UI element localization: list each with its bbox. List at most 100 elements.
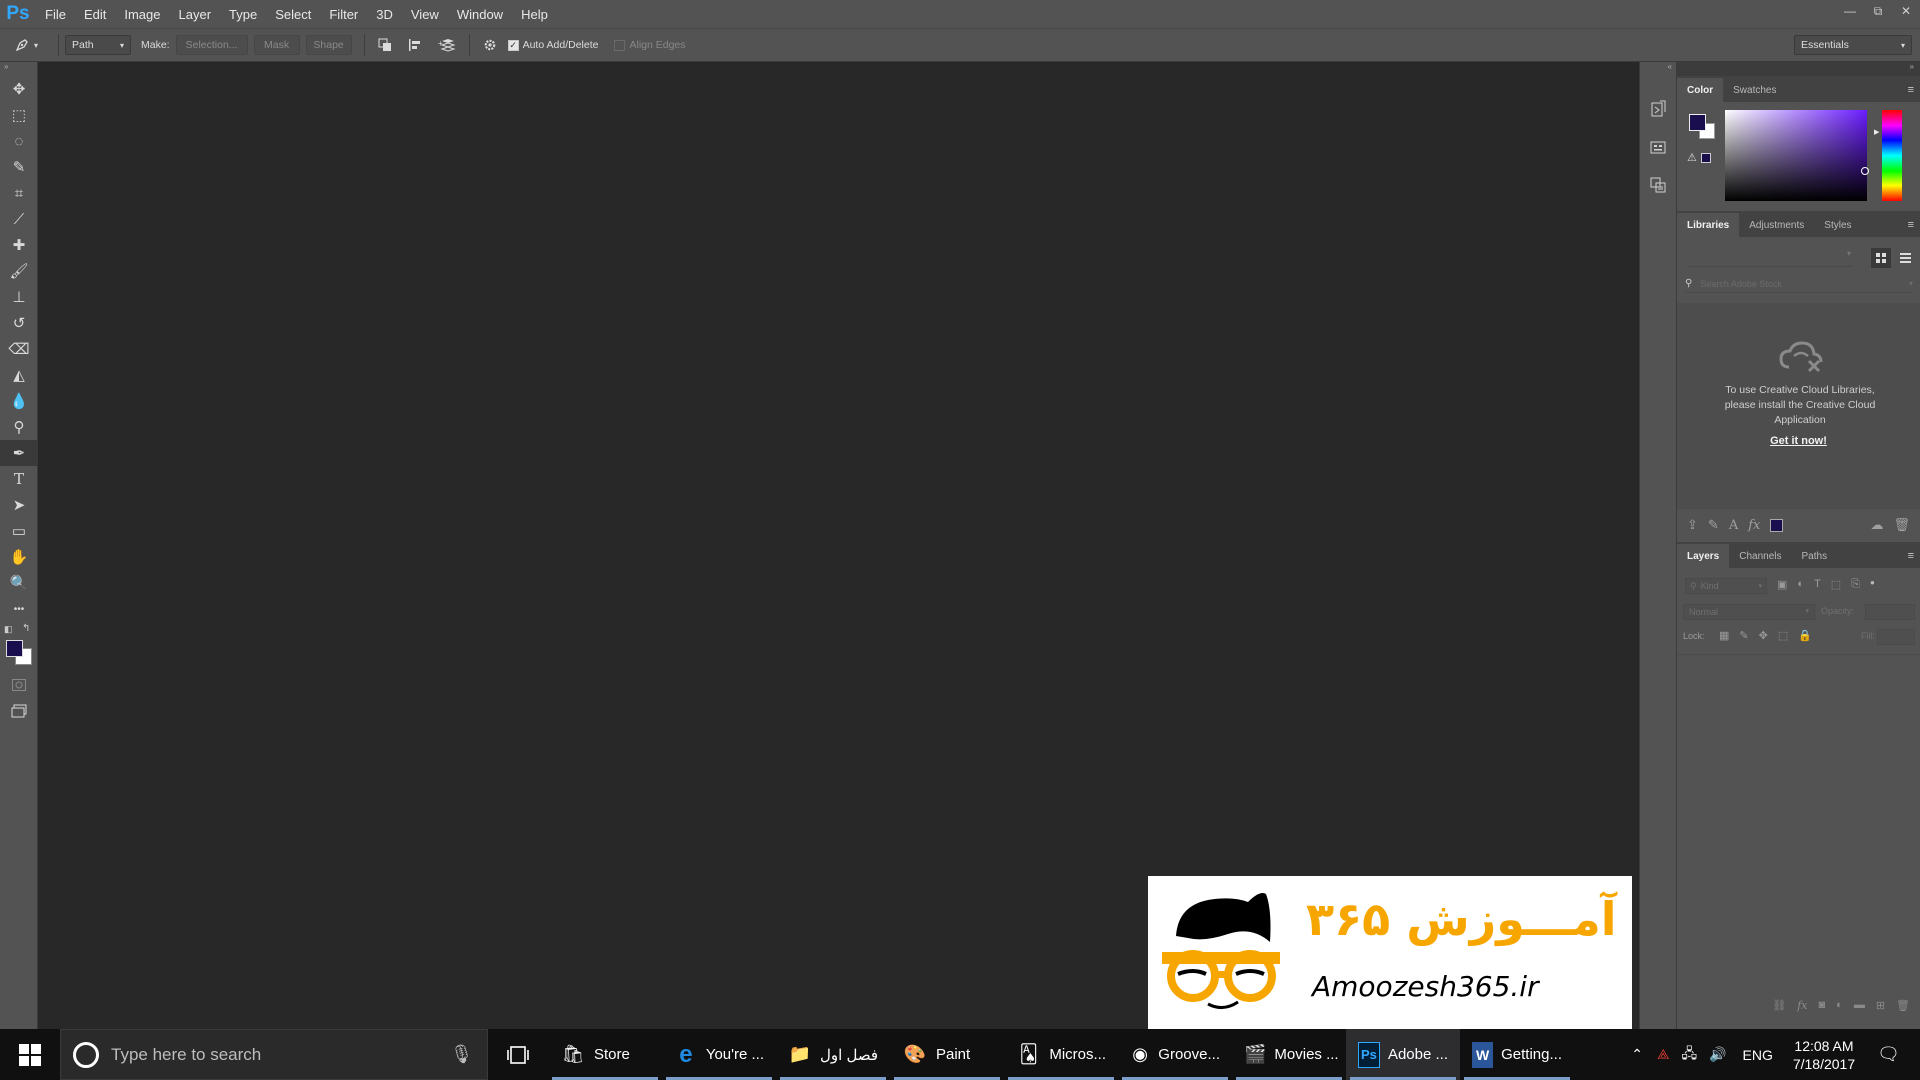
type-tool[interactable]: T	[0, 466, 38, 492]
collapse-toolbar-icon[interactable]: »	[0, 62, 37, 76]
out-of-gamut-warning-icon[interactable]: ⚠	[1687, 151, 1697, 164]
taskbar-app-movies[interactable]: 🎬 Movies ...	[1232, 1029, 1346, 1080]
library-select-dropdown[interactable]: ▾	[1687, 249, 1853, 267]
make-shape-button[interactable]: Shape	[305, 35, 352, 55]
lock-pixels-icon[interactable]: ✎	[1739, 629, 1748, 642]
cloud-sync-icon[interactable]: ☁	[1870, 517, 1883, 533]
new-group-icon[interactable]: ▬	[1854, 999, 1865, 1011]
close-button[interactable]: ✕	[1892, 0, 1920, 22]
align-edges-checkbox[interactable]	[614, 39, 626, 51]
marquee-tool[interactable]: ⬚	[0, 102, 38, 128]
color-field[interactable]	[1725, 110, 1869, 201]
auto-add-delete-option[interactable]: ✓ Auto Add/Delete	[507, 39, 598, 51]
healing-brush-tool[interactable]: ✚	[0, 232, 38, 258]
layers-list[interactable]	[1677, 654, 1920, 994]
menu-help[interactable]: Help	[512, 7, 557, 22]
layer-style-icon[interactable]: fx	[1797, 999, 1807, 1012]
minimize-button[interactable]: —	[1836, 0, 1864, 22]
taskbar-app-folder[interactable]: 📁 فصل اول	[776, 1029, 890, 1080]
hue-slider[interactable]	[1882, 110, 1902, 201]
menu-window[interactable]: Window	[448, 7, 512, 22]
taskbar-search-box[interactable]: Type here to search 🎙	[60, 1029, 488, 1080]
dodge-tool[interactable]: ⚲	[0, 414, 38, 440]
taskbar-app-store[interactable]: 🛍 Store	[548, 1029, 662, 1080]
paint-bucket-tool[interactable]: ◭	[0, 362, 38, 388]
link-layers-icon[interactable]: ⛓	[1772, 999, 1786, 1012]
taskbar-app-groove[interactable]: ◉ Groove...	[1118, 1029, 1232, 1080]
panel-menu-icon[interactable]: ≡	[1908, 550, 1914, 562]
properties-panel-button[interactable]	[1640, 128, 1676, 166]
taskbar-app-paint[interactable]: 🎨 Paint	[890, 1029, 1004, 1080]
menu-edit[interactable]: Edit	[75, 7, 115, 22]
swap-colors-icon[interactable]: ↰	[22, 623, 30, 634]
new-layer-icon[interactable]: ⊞	[1876, 999, 1885, 1012]
shape-filter-icon[interactable]: ⬚	[1831, 578, 1841, 591]
trash-icon[interactable]: 🗑	[1893, 517, 1910, 533]
clock[interactable]: 12:08 AM 7/18/2017	[1783, 1037, 1865, 1073]
foreground-color-swatch[interactable]	[6, 640, 23, 657]
add-color-icon[interactable]	[1770, 518, 1784, 532]
tab-styles[interactable]: Styles	[1814, 213, 1861, 237]
menu-3d[interactable]: 3D	[367, 7, 402, 22]
list-view-button[interactable]	[1895, 248, 1915, 268]
path-arrangement-button[interactable]: +	[431, 37, 463, 53]
tab-channels[interactable]: Channels	[1729, 544, 1791, 568]
lock-position-icon[interactable]: ✥	[1759, 629, 1768, 642]
brush-tool[interactable]: 🖌	[0, 258, 38, 284]
eraser-tool[interactable]: ⌫	[0, 336, 38, 362]
eyedropper-tool[interactable]: ⟋	[0, 206, 38, 232]
adobe-tray-icon[interactable]: ⟁	[1651, 1046, 1676, 1063]
restore-button[interactable]: ⧉	[1864, 0, 1892, 22]
smart-object-filter-icon[interactable]: ⎘	[1851, 578, 1860, 591]
tab-adjustments[interactable]: Adjustments	[1739, 213, 1814, 237]
path-alignment-button[interactable]	[399, 37, 431, 53]
align-edges-option[interactable]: Align Edges	[614, 39, 686, 51]
add-character-style-icon[interactable]: A	[1729, 518, 1738, 533]
color-picker-marker[interactable]	[1861, 167, 1869, 175]
tab-swatches[interactable]: Swatches	[1723, 78, 1786, 102]
make-selection-button[interactable]: Selection...	[175, 35, 248, 55]
add-graphic-icon[interactable]: ✎	[1708, 517, 1719, 533]
tab-libraries[interactable]: Libraries	[1677, 213, 1740, 237]
quick-selection-tool[interactable]: ✎	[0, 154, 38, 180]
blend-mode-dropdown[interactable]: Normal ▾	[1683, 604, 1815, 620]
path-options-button[interactable]	[476, 38, 504, 52]
opacity-field[interactable]	[1865, 604, 1915, 620]
history-panel-button[interactable]	[1640, 90, 1676, 128]
action-center-icon[interactable]: 🗨	[1865, 1044, 1920, 1065]
menu-view[interactable]: View	[402, 7, 448, 22]
taskbar-app-solitaire[interactable]: 🂡 Micros...	[1004, 1029, 1118, 1080]
add-layer-style-icon[interactable]: fx	[1748, 518, 1760, 533]
crop-tool[interactable]: ⌗	[0, 180, 38, 206]
layer-filter-dropdown[interactable]: ⚲ Kind ▾	[1685, 578, 1767, 594]
history-brush-tool[interactable]: ↺	[0, 310, 38, 336]
filter-toggle-icon[interactable]: ●	[1870, 578, 1875, 591]
pixel-filter-icon[interactable]: ▣	[1777, 578, 1787, 591]
edit-toolbar[interactable]: •••	[0, 596, 38, 622]
hand-tool[interactable]: ✋	[0, 544, 38, 570]
adjustment-filter-icon[interactable]: ◐	[1797, 578, 1804, 591]
pen-tool[interactable]: ✒	[0, 440, 38, 466]
menu-file[interactable]: File	[36, 7, 75, 22]
clone-stamp-tool[interactable]: ⊥	[0, 284, 38, 310]
tab-color[interactable]: Color	[1677, 78, 1724, 102]
menu-select[interactable]: Select	[266, 7, 320, 22]
network-icon[interactable]: 🖧	[1675, 1043, 1703, 1067]
lock-transparency-icon[interactable]: ▦	[1719, 629, 1729, 642]
screen-mode-button[interactable]	[0, 698, 38, 724]
make-mask-button[interactable]: Mask	[253, 35, 300, 55]
menu-type[interactable]: Type	[220, 7, 266, 22]
path-selection-tool[interactable]: ➤	[0, 492, 38, 518]
type-filter-icon[interactable]: T	[1814, 578, 1821, 591]
lock-all-icon[interactable]: 🔒	[1798, 629, 1812, 642]
stock-search-field[interactable]: ⚲ Search Adobe Stock ▾	[1685, 275, 1913, 293]
collapse-panels-icon[interactable]: »	[1677, 62, 1920, 76]
panel-menu-icon[interactable]: ≡	[1908, 219, 1914, 231]
show-hidden-icons-icon[interactable]: ⌃	[1623, 1046, 1651, 1063]
rectangle-tool[interactable]: ▭	[0, 518, 38, 544]
task-view-button[interactable]	[488, 1029, 548, 1080]
zoom-tool[interactable]: 🔍	[0, 570, 38, 596]
web-safe-color-icon[interactable]	[1701, 153, 1711, 163]
tab-paths[interactable]: Paths	[1792, 544, 1838, 568]
collapse-dock-icon[interactable]: «	[1640, 62, 1676, 76]
